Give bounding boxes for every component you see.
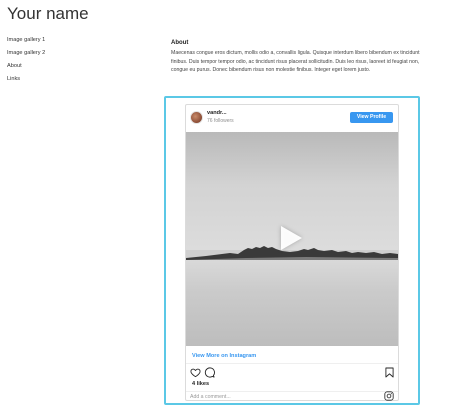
comment-icon[interactable] [204,367,215,378]
nav-item-image-gallery-1[interactable]: Image gallery 1 [7,37,45,50]
avatar[interactable] [190,111,203,124]
site-nav: Image gallery 1 Image gallery 2 About Li… [7,37,45,89]
nav-item-about[interactable]: About [7,63,45,76]
field-area [186,260,398,346]
likes-count: 4 likes [192,381,210,387]
heart-icon[interactable] [190,367,201,378]
view-more-link[interactable]: View More on Instagram [192,353,256,359]
play-icon[interactable] [281,226,302,250]
nav-item-image-gallery-2[interactable]: Image gallery 2 [7,50,45,63]
followers-count: 76 followers [207,118,234,124]
instagram-embed-frame[interactable]: vandr... 76 followers View Profile View … [164,96,420,405]
video-thumbnail[interactable] [186,132,398,346]
view-profile-button[interactable]: View Profile [350,112,393,123]
bookmark-icon[interactable] [385,367,394,378]
instagram-card: vandr... 76 followers View Profile View … [185,104,399,401]
about-heading: About [171,40,189,46]
divider [186,363,398,364]
instagram-card-header: vandr... 76 followers View Profile [186,105,398,131]
divider [186,391,398,392]
site-title: Your name [7,4,89,23]
instagram-icon[interactable] [384,391,394,401]
about-body: Maecenas congue eros dictum, mollis odio… [171,50,420,73]
about-section: About Maecenas congue eros dictum, molli… [171,40,421,75]
comment-input[interactable] [190,393,370,401]
nav-item-links[interactable]: Links [7,76,45,89]
instagram-username[interactable]: vandr... [207,110,227,116]
